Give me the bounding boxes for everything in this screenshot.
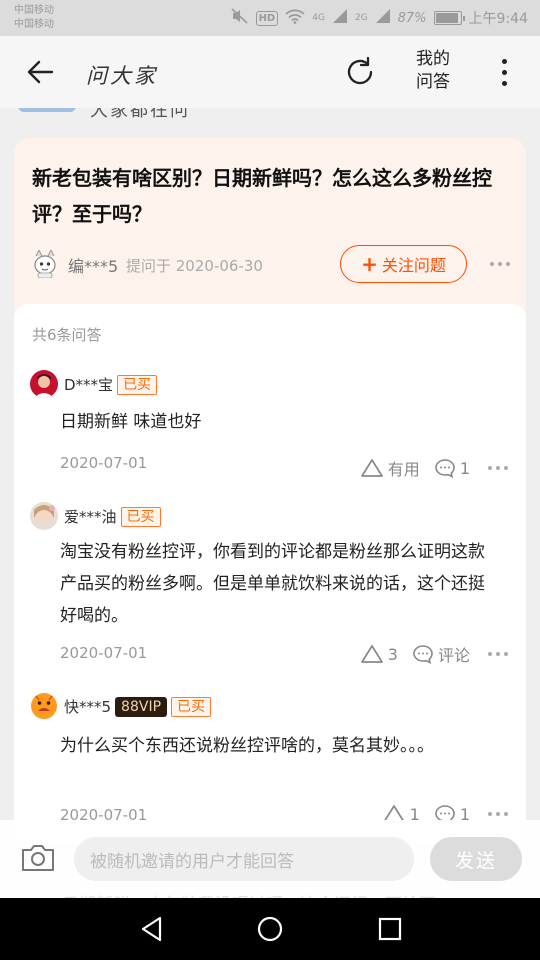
avatar[interactable] — [30, 370, 58, 398]
my-answers-button[interactable]: 我的 问答 — [408, 48, 458, 94]
status-icons: HD 4G 2G 87% 上午9:44 — [231, 8, 528, 28]
reply-input[interactable]: 被随机邀请的用户才能回答 — [74, 837, 414, 881]
asker-avatar[interactable] — [32, 248, 58, 279]
answer-more-icon[interactable] — [488, 652, 508, 656]
mute-icon — [231, 8, 249, 28]
answer-username: D***宝 — [64, 376, 114, 394]
follow-question-button[interactable]: + 关注问题 — [340, 245, 467, 283]
answer-actions: 3 评论 — [346, 642, 508, 666]
banner-badge — [18, 108, 76, 112]
page-title: 问大家 — [86, 64, 158, 88]
my-answers-label-1: 我的 — [416, 49, 450, 69]
network-type-2: 2G — [354, 13, 368, 23]
warning-triangle-icon — [360, 459, 383, 477]
comment-count: 1 — [459, 458, 470, 478]
back-arrow-icon — [27, 60, 54, 84]
answer-date: 2020-07-01 — [60, 644, 148, 662]
emoji-avatar — [31, 693, 57, 719]
warning-triangle-icon — [360, 645, 383, 663]
avatar[interactable] — [30, 502, 58, 530]
avatar[interactable] — [30, 692, 58, 720]
reply-bar: 被随机邀请的用户才能回答 发送 日期新鲜，本包装我没喝过呀，这个还行，可给不 — [0, 820, 540, 915]
answer-actions: 有用 1 — [346, 456, 508, 480]
nav-back-icon — [141, 916, 162, 942]
useful-count: 3 — [387, 644, 398, 664]
answer-user: 快***5 88VIP 已买 — [64, 696, 212, 717]
answer-user: D***宝 已买 — [64, 374, 158, 395]
refresh-button[interactable] — [342, 54, 378, 90]
question-card: 新老包装有啥区别？日期新鲜吗？怎么这么多粉丝控评？至于吗？ 编***5 提问于 … — [14, 138, 526, 314]
useful-button[interactable]: 3 — [360, 644, 398, 664]
bought-badge: 已买 — [171, 697, 212, 717]
top-nav-bar: 问大家 我的 问答 — [0, 36, 540, 108]
carrier-1: 中国移动 — [14, 5, 54, 16]
useful-button[interactable]: 有用 — [360, 456, 420, 480]
answer-date: 2020-07-01 — [60, 454, 148, 472]
comment-button[interactable]: 评论 — [412, 642, 470, 666]
user-photo-avatar — [30, 370, 58, 398]
comment-bubble-icon — [413, 645, 433, 664]
status-bar: 中国移动 中国移动 HD 4G 2G 87% 上午9:44 — [0, 0, 540, 36]
answers-card: 共6条问答 D***宝已买 日期新鲜 味道也好 2020-07-01 有用 1 — [14, 304, 526, 844]
hd-voice-icon: HD — [255, 10, 279, 26]
nav-home-icon — [257, 916, 283, 942]
back-button[interactable] — [22, 54, 58, 90]
battery-percent: 87% — [397, 10, 427, 26]
bought-badge: 已买 — [117, 375, 158, 395]
user-photo-avatar — [30, 502, 58, 530]
comment-label: 评论 — [437, 646, 470, 665]
answer-more-icon[interactable] — [488, 812, 508, 816]
answer-more-icon[interactable] — [488, 466, 508, 470]
system-nav-bar — [0, 898, 540, 960]
answer-text: 日期新鲜 味道也好 — [60, 412, 202, 432]
question-more-icon[interactable] — [490, 262, 510, 266]
answers-count: 共6条问答 — [32, 326, 102, 344]
bought-badge: 已买 — [120, 507, 161, 527]
answer-username: 快***5 — [64, 698, 112, 716]
clock: 上午9:44 — [468, 11, 528, 27]
battery-icon — [433, 11, 465, 25]
cartoon-avatar-icon — [34, 248, 56, 279]
answer-username: 爱***油 — [64, 508, 117, 526]
more-vertical-icon[interactable] — [494, 54, 514, 90]
asker-name: 编***5 — [68, 257, 119, 276]
answer-text: 淘宝没有粉丝控评，你看到的评论都是粉丝那么证明这款产品买的粉丝多啊。但是单单就饮… — [60, 542, 485, 626]
vip-badge: 88VIP — [115, 697, 168, 717]
battery-level — [435, 13, 459, 23]
signal-icon-2 — [375, 9, 391, 27]
carrier-2: 中国移动 — [14, 19, 54, 30]
camera-button[interactable] — [20, 842, 56, 874]
nav-home-button[interactable] — [254, 913, 286, 945]
scrolled-banner-remnant: 大家都在问 — [0, 108, 540, 136]
camera-icon — [22, 845, 54, 871]
question-title: 新老包装有啥区别？日期新鲜吗？怎么这么多粉丝控评？至于吗？ — [32, 166, 492, 226]
comment-button[interactable]: 1 — [434, 458, 470, 478]
signal-icon — [332, 9, 348, 27]
my-answers-label-2: 问答 — [416, 72, 450, 92]
network-type-1: 4G — [312, 13, 325, 23]
plus-icon: + — [361, 252, 378, 276]
send-button[interactable]: 发送 — [430, 837, 522, 881]
refresh-icon — [347, 56, 373, 85]
nav-recents-icon — [378, 917, 402, 941]
banner-text: 大家都在问 — [90, 108, 190, 121]
nav-recents-button[interactable] — [374, 913, 406, 945]
answer-text: 为什么买个东西还说粉丝控评啥的，莫名其妙。。。 — [60, 736, 434, 756]
follow-label: 关注问题 — [381, 256, 446, 275]
asked-date: 提问于 2020-06-30 — [126, 257, 263, 275]
nav-back-button[interactable] — [136, 913, 168, 945]
answer-user: 爱***油 已买 — [64, 506, 161, 527]
useful-label: 有用 — [387, 460, 420, 479]
comment-bubble-icon — [435, 459, 455, 478]
wifi-icon — [285, 9, 305, 28]
